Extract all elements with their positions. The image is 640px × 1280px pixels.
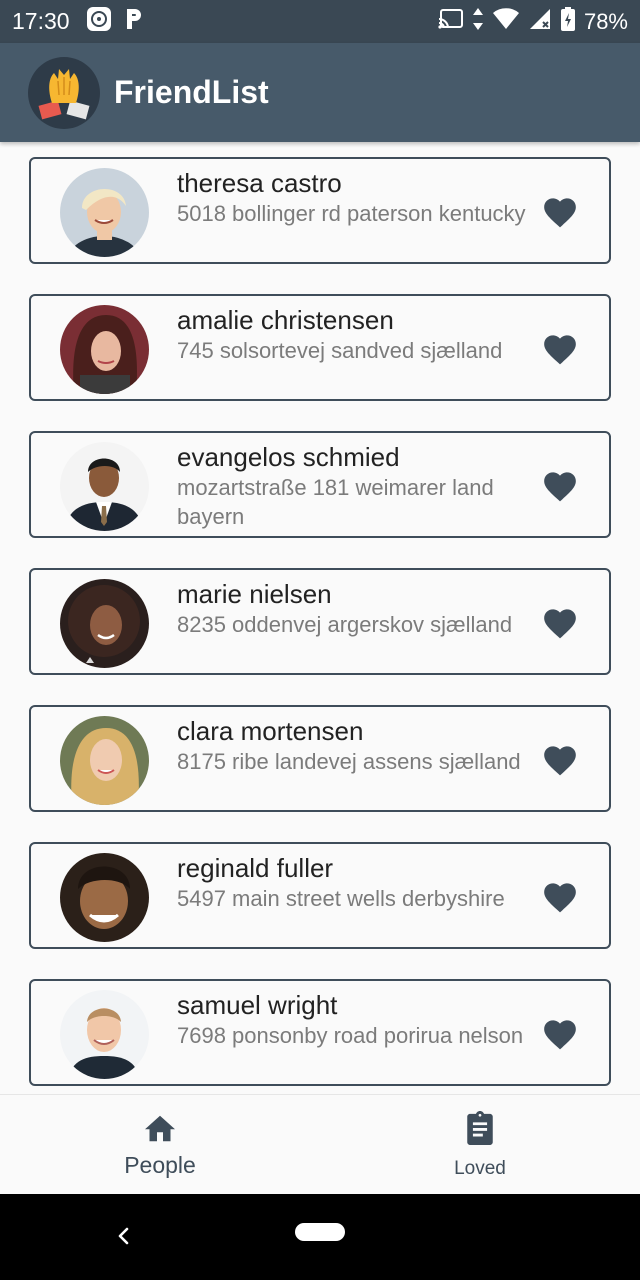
friend-name: marie nielsen <box>177 579 332 609</box>
friend-card[interactable]: theresa castro 5018 bollinger rd paterso… <box>29 157 611 264</box>
gallery-icon <box>86 6 112 37</box>
heart-icon[interactable] <box>541 330 579 366</box>
home-pill-button[interactable] <box>295 1223 345 1241</box>
nav-people-label: People <box>124 1151 196 1178</box>
avatar <box>60 442 149 531</box>
parking-icon <box>124 7 144 36</box>
heart-icon[interactable] <box>541 604 579 640</box>
friend-address: 5497 main street wells derbyshire <box>177 886 505 911</box>
friend-address: mozartstraße 181 weimarer land bayern <box>177 475 494 529</box>
home-icon <box>142 1111 178 1148</box>
system-navigation-bar <box>0 1194 640 1280</box>
friend-address: 8235 oddenvej argerskov sjælland <box>177 612 513 637</box>
wifi-icon <box>492 8 520 35</box>
friend-name: theresa castro <box>177 168 342 198</box>
friend-card[interactable]: samuel wright 7698 ponsonby road porirua… <box>29 979 611 1086</box>
friend-card[interactable]: reginald fuller 5497 main street wells d… <box>29 842 611 949</box>
friend-list[interactable]: theresa castro 5018 bollinger rd paterso… <box>0 142 640 1094</box>
avatar <box>60 990 149 1079</box>
avatar <box>60 579 149 668</box>
heart-icon[interactable] <box>541 467 579 503</box>
avatar <box>60 716 149 805</box>
avatar <box>60 305 149 394</box>
friend-name: amalie christensen <box>177 305 394 335</box>
nav-loved-label: Loved <box>454 1158 506 1179</box>
battery-percentage: 78% <box>583 8 628 34</box>
friend-address: 8175 ribe landevej assens sjælland <box>177 749 521 774</box>
data-arrows-icon <box>472 7 484 36</box>
friend-card[interactable]: amalie christensen 745 solsortevej sandv… <box>29 294 611 401</box>
heart-icon[interactable] <box>541 878 579 914</box>
app-bar: FriendList <box>0 43 640 142</box>
nav-loved[interactable]: Loved <box>320 1095 640 1194</box>
app-title: FriendList <box>114 74 269 110</box>
avatar <box>60 853 149 942</box>
heart-icon[interactable] <box>541 741 579 777</box>
status-bar: 17:30 78% <box>0 0 640 43</box>
nav-people[interactable]: People <box>0 1095 320 1194</box>
heart-icon[interactable] <box>541 193 579 229</box>
friend-address: 745 solsortevej sandved sjælland <box>177 338 503 363</box>
back-chevron-icon[interactable] <box>112 1224 136 1248</box>
friend-card[interactable]: clara mortensen 8175 ribe landevej assen… <box>29 705 611 812</box>
friend-name: clara mortensen <box>177 716 364 746</box>
friend-card[interactable]: marie nielsen 8235 oddenvej argerskov sj… <box>29 568 611 675</box>
status-time: 17:30 <box>12 8 70 34</box>
high-five-hands-icon <box>28 56 100 129</box>
friend-name: evangelos schmied <box>177 442 400 472</box>
avatar <box>60 168 149 257</box>
heart-icon[interactable] <box>541 1015 579 1051</box>
friend-card[interactable]: evangelos schmied mozartstraße 181 weima… <box>29 431 611 538</box>
cast-icon <box>438 8 464 35</box>
signal-icon <box>528 7 552 36</box>
friend-name: reginald fuller <box>177 853 334 883</box>
battery-icon <box>560 6 576 37</box>
friend-address: 7698 ponsonby road porirua nelson <box>177 1023 524 1048</box>
clipboard-icon <box>463 1109 497 1152</box>
friend-name: samuel wright <box>177 990 338 1020</box>
friend-address: 5018 bollinger rd paterson kentucky <box>177 201 526 226</box>
bottom-navigation: People Loved <box>0 1094 640 1194</box>
